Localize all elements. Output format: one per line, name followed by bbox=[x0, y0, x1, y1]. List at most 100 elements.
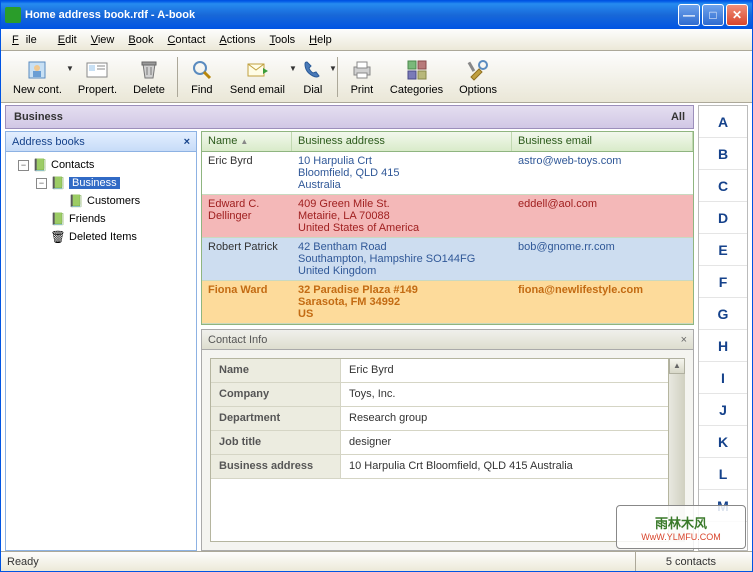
properties-button[interactable]: Propert. bbox=[70, 56, 125, 98]
detail-value: Eric Byrd bbox=[341, 359, 668, 382]
options-button[interactable]: Options bbox=[451, 56, 505, 98]
book-icon: 📗 bbox=[50, 175, 66, 191]
card-icon bbox=[85, 58, 109, 82]
tree-item-deleted[interactable]: 🗑 Deleted Items bbox=[8, 228, 194, 246]
table-row[interactable]: Edward C. Dellinger 409 Green Mile St.Me… bbox=[202, 195, 693, 238]
cell-address: 32 Paradise Plaza #149Sarasota, FM 34992… bbox=[292, 281, 512, 323]
table-row[interactable]: Eric Byrd 10 Harpulia CrtBloomfield, QLD… bbox=[202, 152, 693, 195]
trash-icon: 🗑 bbox=[50, 229, 66, 245]
send-email-button[interactable]: ▼ Send email bbox=[222, 56, 293, 98]
menu-book[interactable]: Book bbox=[121, 32, 160, 48]
status-text: Ready bbox=[7, 556, 635, 568]
delete-button[interactable]: Delete bbox=[125, 56, 173, 98]
table-row[interactable]: Robert Patrick 42 Bentham RoadSouthampto… bbox=[202, 238, 693, 281]
book-icon: 📗 bbox=[50, 211, 66, 227]
sidebar-close-button[interactable]: × bbox=[184, 136, 190, 148]
new-contact-button[interactable]: ▼ New cont. bbox=[5, 56, 70, 98]
maximize-button[interactable]: □ bbox=[702, 4, 724, 26]
cell-address: 409 Green Mile St.Metairie, LA 70088Unit… bbox=[292, 195, 512, 237]
detail-row: Department Research group bbox=[211, 407, 668, 431]
menu-contact[interactable]: Contact bbox=[160, 32, 212, 48]
menu-edit[interactable]: Edit bbox=[51, 32, 84, 48]
print-button[interactable]: Print bbox=[342, 56, 382, 98]
find-button[interactable]: Find bbox=[182, 56, 222, 98]
cell-name: Robert Patrick bbox=[202, 238, 292, 280]
cell-address: 10 Harpulia CrtBloomfield, QLD 415Austra… bbox=[292, 152, 512, 194]
title-bar: Home address book.rdf - A-book — □ ✕ bbox=[1, 1, 752, 29]
detail-label: Business address bbox=[211, 455, 341, 478]
cell-address: 42 Bentham RoadSouthampton, Hampshire SO… bbox=[292, 238, 512, 280]
column-email[interactable]: Business email bbox=[512, 132, 693, 151]
tree-item-contacts[interactable]: − 📗 Contacts bbox=[8, 156, 194, 174]
cell-name: Edward C. Dellinger bbox=[202, 195, 292, 237]
sort-asc-icon: ▲ bbox=[240, 137, 248, 146]
dial-button[interactable]: ▼ Dial bbox=[293, 56, 333, 98]
panel-header: Contact Info × bbox=[202, 330, 693, 350]
detail-row: Job title designer bbox=[211, 431, 668, 455]
menu-file[interactable]: File bbox=[5, 32, 51, 48]
cell-email: eddell@aol.com bbox=[512, 195, 693, 237]
separator bbox=[177, 57, 178, 97]
column-name[interactable]: Name▲ bbox=[202, 132, 292, 151]
categories-icon bbox=[405, 58, 429, 82]
tree-item-friends[interactable]: 📗 Friends bbox=[8, 210, 194, 228]
detail-row: Company Toys, Inc. bbox=[211, 383, 668, 407]
panel-close-button[interactable]: × bbox=[681, 334, 687, 346]
cell-email: astro@web-toys.com bbox=[512, 152, 693, 194]
status-count: 5 contacts bbox=[635, 552, 746, 571]
detail-value: Toys, Inc. bbox=[341, 383, 668, 406]
person-icon bbox=[25, 58, 49, 82]
tree-item-business[interactable]: − 📗 Business bbox=[8, 174, 194, 192]
collapse-icon[interactable]: − bbox=[36, 178, 47, 189]
detail-label: Company bbox=[211, 383, 341, 406]
magnifier-icon bbox=[190, 58, 214, 82]
separator bbox=[337, 57, 338, 97]
menu-tools[interactable]: Tools bbox=[262, 32, 302, 48]
contact-info-panel: Contact Info × Name Eric Byrd Company To… bbox=[201, 329, 694, 551]
grid-header: Name▲ Business address Business email bbox=[202, 132, 693, 152]
sidebar: Address books × − 📗 Contacts − 📗 Busines… bbox=[5, 131, 197, 551]
column-address[interactable]: Business address bbox=[292, 132, 512, 151]
cell-name: Fiona Ward bbox=[202, 281, 292, 323]
detail-table: Name Eric Byrd Company Toys, Inc. Depart… bbox=[210, 358, 669, 542]
table-row[interactable]: Fiona Ward 32 Paradise Plaza #149Sarasot… bbox=[202, 281, 693, 324]
detail-value: designer bbox=[341, 431, 668, 454]
window-title: Home address book.rdf - A-book bbox=[25, 9, 678, 21]
scrollbar[interactable]: ▲ bbox=[669, 358, 685, 542]
detail-row: Name Eric Byrd bbox=[211, 359, 668, 383]
cell-name: Eric Byrd bbox=[202, 152, 292, 194]
menu-actions[interactable]: Actions bbox=[212, 32, 262, 48]
detail-value: Research group bbox=[341, 407, 668, 430]
context-bar: Business All bbox=[5, 105, 694, 129]
menu-help[interactable]: Help bbox=[302, 32, 339, 48]
scroll-up-button[interactable]: ▲ bbox=[669, 358, 685, 374]
cell-email: fiona@newlifestyle.com bbox=[512, 281, 693, 323]
sidebar-header: Address books × bbox=[6, 132, 196, 152]
address-book-tree: − 📗 Contacts − 📗 Business 📗 Customers 📗 … bbox=[6, 152, 196, 550]
detail-label: Department bbox=[211, 407, 341, 430]
categories-button[interactable]: Categories bbox=[382, 56, 451, 98]
envelope-icon bbox=[245, 58, 269, 82]
tools-icon bbox=[466, 58, 490, 82]
printer-icon bbox=[350, 58, 374, 82]
book-icon: 📗 bbox=[68, 193, 84, 209]
collapse-icon[interactable]: − bbox=[18, 160, 29, 171]
tree-item-customers[interactable]: 📗 Customers bbox=[8, 192, 194, 210]
detail-label: Name bbox=[211, 359, 341, 382]
close-button[interactable]: ✕ bbox=[726, 4, 748, 26]
dropdown-icon[interactable]: ▼ bbox=[329, 64, 337, 73]
trash-icon bbox=[137, 58, 161, 82]
cell-email: bob@gnome.rr.com bbox=[512, 238, 693, 280]
detail-row: Business address 10 Harpulia Crt Bloomfi… bbox=[211, 455, 668, 479]
book-icon: 📗 bbox=[32, 157, 48, 173]
detail-value: 10 Harpulia Crt Bloomfield, QLD 415 Aust… bbox=[341, 455, 668, 478]
context-category: Business bbox=[14, 111, 671, 123]
minimize-button[interactable]: — bbox=[678, 4, 700, 26]
context-filter[interactable]: All bbox=[671, 111, 685, 123]
menu-view[interactable]: View bbox=[84, 32, 122, 48]
sidebar-title: Address books bbox=[12, 136, 184, 148]
app-icon bbox=[5, 7, 21, 23]
contacts-grid: Name▲ Business address Business email Er… bbox=[201, 131, 694, 325]
panel-title: Contact Info bbox=[208, 334, 681, 346]
toolbar: ▼ New cont. Propert. Delete Find ▼ Send … bbox=[1, 51, 752, 103]
